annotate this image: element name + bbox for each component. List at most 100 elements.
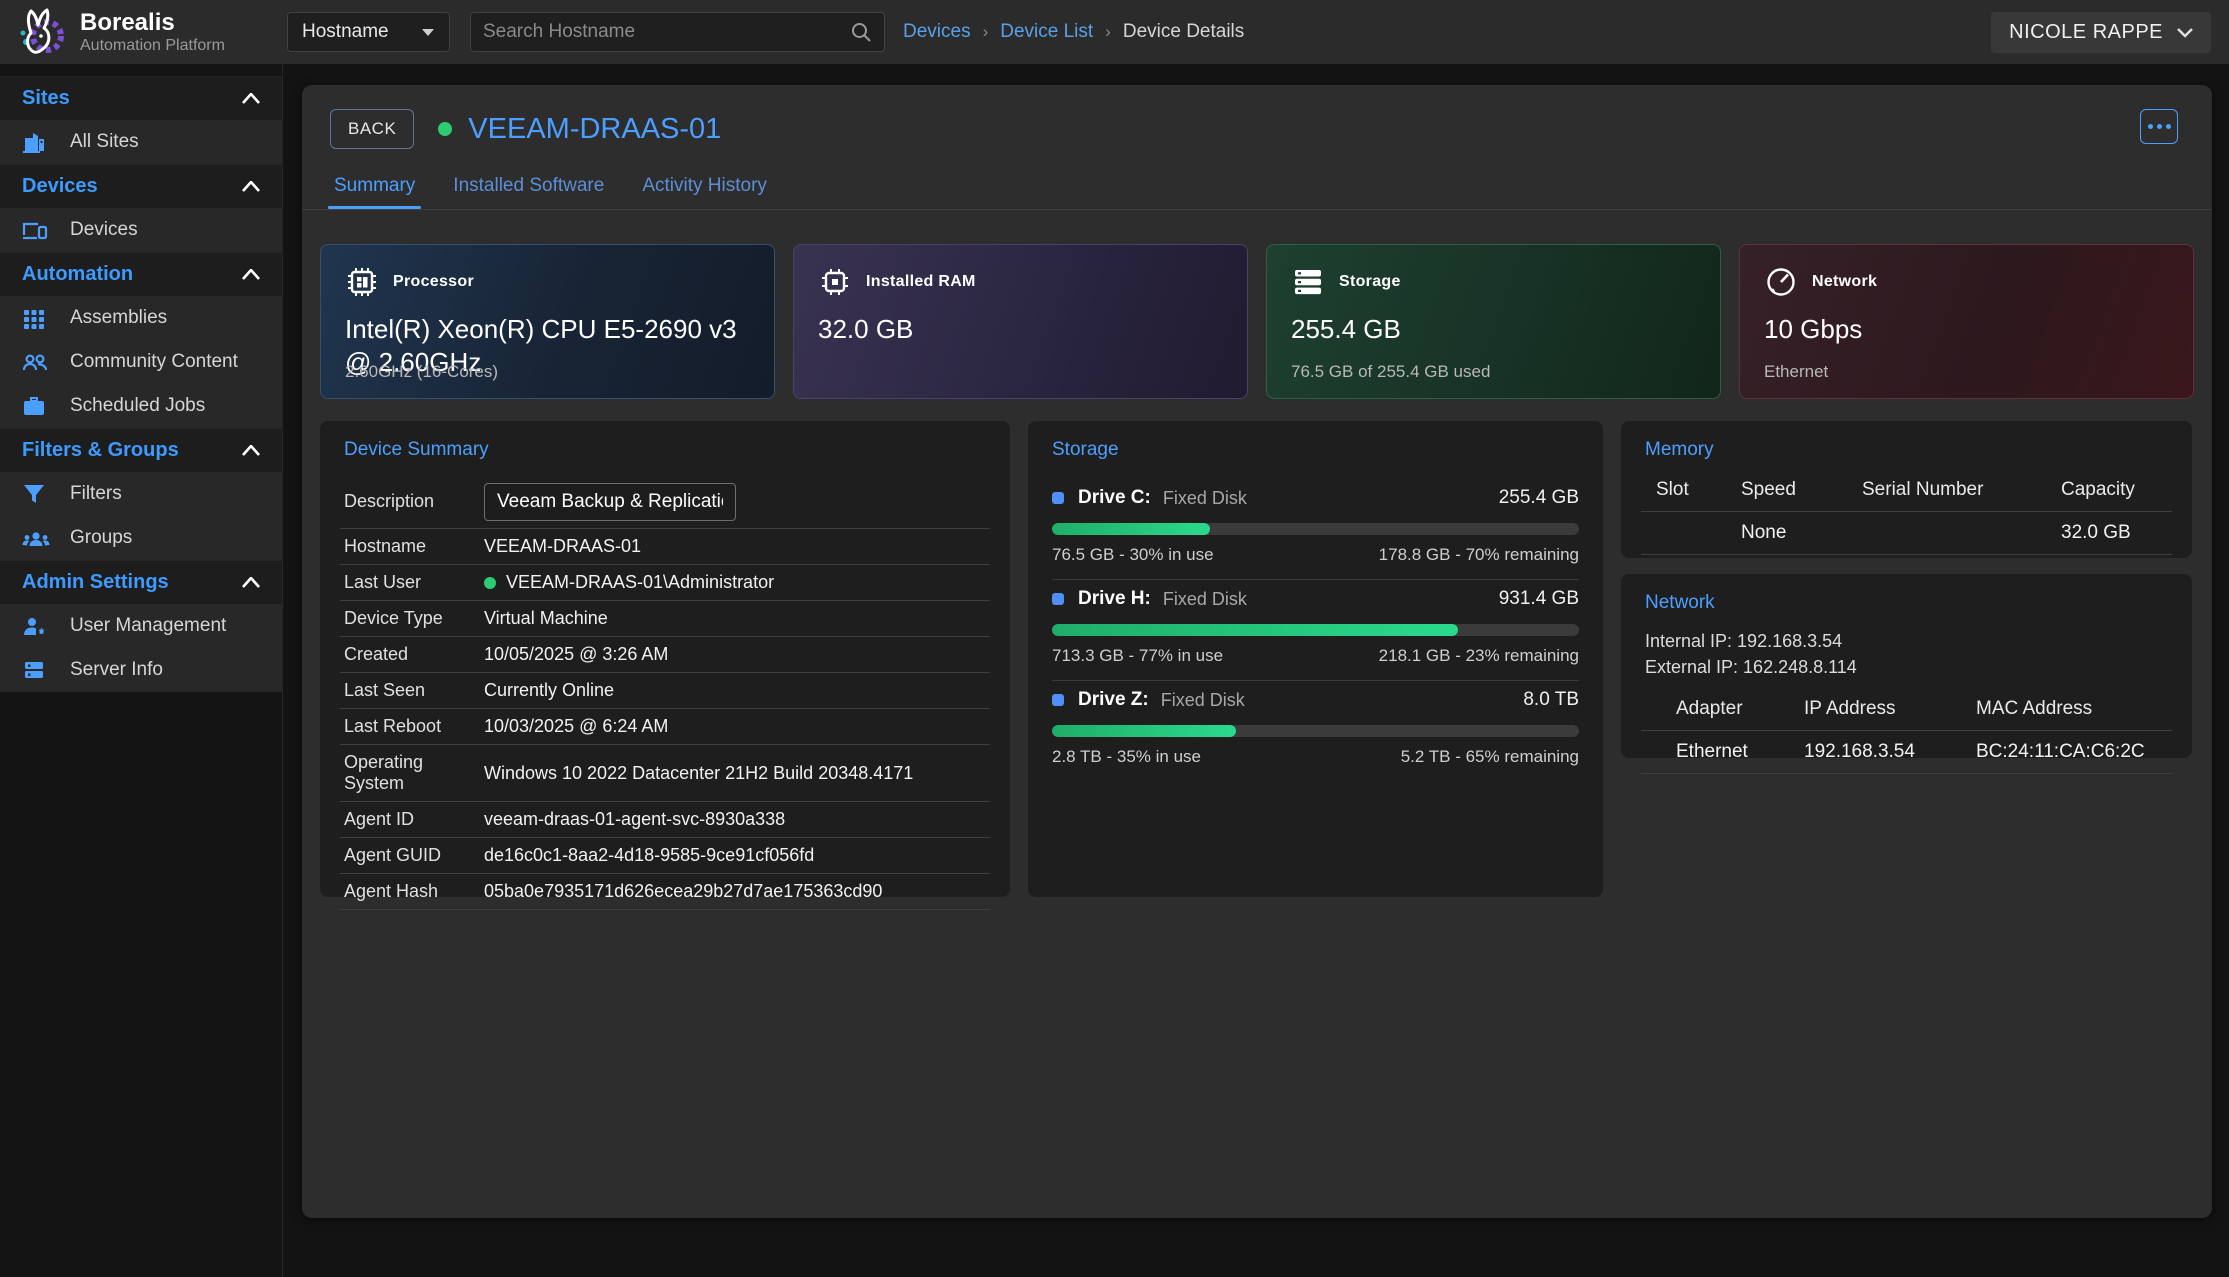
breadcrumb-device-list[interactable]: Device List <box>1000 21 1093 43</box>
devices-icon <box>22 218 48 242</box>
sidebar-section-label: Devices <box>22 175 98 198</box>
storage-card: Storage 255.4 GB 76.5 GB of 255.4 GB use… <box>1266 244 1721 399</box>
sidebar-section-label: Admin Settings <box>22 571 169 594</box>
row-value: 05ba0e7935171d626ecea29b27d7ae175363cd90 <box>484 881 882 902</box>
drive-used: 76.5 GB - 30% in use <box>1052 545 1214 565</box>
row-label: Hostname <box>344 536 484 557</box>
drive-usage-bar <box>1052 523 1579 535</box>
sidebar-section-admin-settings[interactable]: Admin Settings <box>0 560 282 604</box>
search-box[interactable] <box>470 12 885 52</box>
sidebar-section-label: Filters & Groups <box>22 439 179 462</box>
summary-row-last-seen: Last Seen Currently Online <box>340 673 990 709</box>
summary-row-created: Created 10/05/2025 @ 3:26 AM <box>340 637 990 673</box>
tab-installed-software[interactable]: Installed Software <box>453 175 604 209</box>
search-field-dropdown[interactable]: Hostname <box>287 12 450 52</box>
sidebar-section-devices[interactable]: Devices <box>0 164 282 208</box>
drive-z-row: Drive Z: Fixed Disk 8.0 TB 2.8 TB - 35% … <box>1052 681 1579 781</box>
storage-panel: Storage Drive C: Fixed Disk 255.4 GB 76.… <box>1028 421 1603 897</box>
device-tabs: Summary Installed Software Activity Hist… <box>334 175 2212 209</box>
breadcrumb-separator: › <box>1105 22 1111 42</box>
external-ip: External IP: 162.248.8.114 <box>1645 654 2168 680</box>
sidebar-section-automation[interactable]: Automation <box>0 252 282 296</box>
summary-row-operating-system: Operating System Windows 10 2022 Datacen… <box>340 745 990 802</box>
summary-row-agent-id: Agent ID veeam-draas-01-agent-svc-8930a3… <box>340 802 990 838</box>
row-label: Created <box>344 644 484 665</box>
row-label: Operating System <box>344 752 484 794</box>
ellipsis-icon <box>2166 124 2171 129</box>
row-label: Agent Hash <box>344 881 484 902</box>
network-header-mac: MAC Address <box>1976 698 2172 720</box>
network-table-header: Adapter IP Address MAC Address <box>1641 694 2172 731</box>
sidebar-item-filters[interactable]: Filters <box>0 472 282 516</box>
summary-row-agent-hash: Agent Hash 05ba0e7935171d626ecea29b27d7a… <box>340 874 990 910</box>
summary-row-last-user: Last User VEEAM-DRAAS-01\Administrator <box>340 565 990 601</box>
memory-capacity-value: 32.0 GB <box>2061 522 2172 544</box>
memory-panel-title: Memory <box>1621 421 2192 475</box>
sidebar-item-community-content[interactable]: Community Content <box>0 340 282 384</box>
device-actions-menu-button[interactable] <box>2140 109 2178 144</box>
chevron-up-icon <box>242 445 260 456</box>
stat-card-title: Processor <box>393 273 474 291</box>
breadcrumb-separator: › <box>983 22 989 42</box>
row-value: veeam-draas-01-agent-svc-8930a338 <box>484 809 785 830</box>
sidebar-item-all-sites[interactable]: All Sites <box>0 120 282 164</box>
drive-type: Fixed Disk <box>1163 589 1247 610</box>
sidebar-section-sites[interactable]: Sites <box>0 76 282 120</box>
drive-usage-bar <box>1052 725 1579 737</box>
stat-card-title: Installed RAM <box>866 273 976 291</box>
network-sub: Ethernet <box>1764 362 1828 382</box>
search-input[interactable] <box>483 21 850 43</box>
drive-remaining: 178.8 GB - 70% remaining <box>1379 545 1579 565</box>
drive-used: 713.3 GB - 77% in use <box>1052 646 1223 666</box>
sidebar-item-scheduled-jobs[interactable]: Scheduled Jobs <box>0 384 282 428</box>
device-details-panel: BACK VEEAM-DRAAS-01 Summary Installed So… <box>302 85 2212 1218</box>
stat-card-title: Storage <box>1339 273 1401 291</box>
network-value: 10 Gbps <box>1764 313 2164 346</box>
search-icon[interactable] <box>850 21 872 43</box>
row-label: Agent GUID <box>344 845 484 866</box>
server-icon <box>22 658 48 682</box>
drive-bullet-icon <box>1052 492 1064 504</box>
drive-usage-fill <box>1052 523 1210 535</box>
summary-row-device-type: Device Type Virtual Machine <box>340 601 990 637</box>
network-panel-title: Network <box>1621 574 2192 628</box>
summary-row-last-reboot: Last Reboot 10/03/2025 @ 6:24 AM <box>340 709 990 745</box>
row-label: Agent ID <box>344 809 484 830</box>
summary-row-hostname: Hostname VEEAM-DRAAS-01 <box>340 529 990 565</box>
device-summary-title: Device Summary <box>320 421 1010 475</box>
drive-name: Drive C: <box>1078 487 1151 509</box>
description-input[interactable] <box>484 483 736 521</box>
drive-size: 8.0 TB <box>1523 689 1579 711</box>
sidebar-item-label: Scheduled Jobs <box>70 395 205 417</box>
sidebar-item-devices[interactable]: Devices <box>0 208 282 252</box>
sidebar-item-user-management[interactable]: User Management <box>0 604 282 648</box>
tab-activity-history[interactable]: Activity History <box>642 175 767 209</box>
sidebar-item-server-info[interactable]: Server Info <box>0 648 282 692</box>
storage-panel-title: Storage <box>1028 421 1603 475</box>
row-value: Windows 10 2022 Datacenter 21H2 Build 20… <box>484 763 913 784</box>
sidebar-item-groups[interactable]: Groups <box>0 516 282 560</box>
sidebar: Sites All Sites Devices Devices Automati… <box>0 64 283 1277</box>
sidebar-section-filters-groups[interactable]: Filters & Groups <box>0 428 282 472</box>
sidebar-item-label: User Management <box>70 615 226 637</box>
user-menu-label: NICOLE RAPPE <box>2009 21 2163 44</box>
drive-remaining: 5.2 TB - 65% remaining <box>1401 747 1579 767</box>
drive-c-row: Drive C: Fixed Disk 255.4 GB 76.5 GB - 3… <box>1052 479 1579 580</box>
drive-type: Fixed Disk <box>1161 690 1245 711</box>
row-value: 10/03/2025 @ 6:24 AM <box>484 716 668 737</box>
sidebar-item-assemblies[interactable]: Assemblies <box>0 296 282 340</box>
network-header-ip: IP Address <box>1804 698 1976 720</box>
row-label: Device Type <box>344 608 484 629</box>
row-value: VEEAM-DRAAS-01\Administrator <box>506 572 774 593</box>
row-label: Last User <box>344 572 484 593</box>
drive-h-row: Drive H: Fixed Disk 931.4 GB 713.3 GB - … <box>1052 580 1579 681</box>
tab-summary[interactable]: Summary <box>334 175 415 209</box>
user-menu-button[interactable]: NICOLE RAPPE <box>1991 12 2211 53</box>
back-button[interactable]: BACK <box>330 109 414 149</box>
network-table-row: Ethernet 192.168.3.54 BC:24:11:CA:C6:2C <box>1641 731 2172 774</box>
rabbit-logo-icon <box>14 6 66 58</box>
breadcrumb-devices[interactable]: Devices <box>903 21 971 43</box>
sidebar-item-label: Devices <box>70 219 138 241</box>
row-value: Currently Online <box>484 680 614 701</box>
stat-cards: Processor Intel(R) Xeon(R) CPU E5-2690 v… <box>302 210 2212 399</box>
